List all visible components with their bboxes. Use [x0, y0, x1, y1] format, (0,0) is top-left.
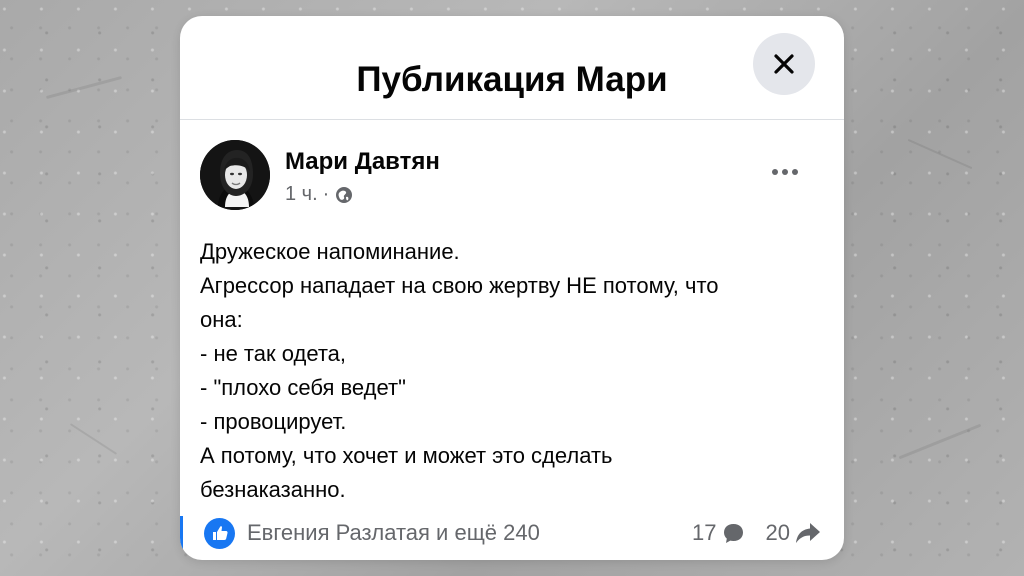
post-text-line: безнаказанно.	[200, 477, 346, 502]
like-reaction-badge	[204, 517, 235, 549]
background-texture	[69, 423, 118, 455]
reactions-text: Евгения Разлатая и ещё 240	[247, 520, 540, 545]
modal-title: Публикация Мари	[356, 60, 668, 99]
post-text: Дружеское напоминание. Агрессор нападает…	[200, 235, 824, 507]
globe-icon[interactable]	[334, 185, 354, 205]
close-icon	[774, 54, 794, 74]
post-header: Мари Давтян 1 ч. ·	[200, 140, 824, 212]
post-text-line: она:	[200, 307, 243, 332]
post-time[interactable]: 1 ч.	[285, 183, 318, 206]
comments-count-button[interactable]: 17	[692, 520, 745, 546]
shares-count: 20	[765, 520, 790, 545]
meta-separator: ·	[322, 183, 330, 205]
post-footer: Евгения Разлатая и ещё 240 17 20	[180, 516, 844, 560]
background-texture	[898, 423, 982, 460]
post-text-line: - не так одета,	[200, 341, 347, 366]
modal-header: Публикация Мари	[180, 16, 844, 120]
author-avatar[interactable]	[200, 140, 270, 210]
background-texture	[45, 75, 123, 100]
post-options-button[interactable]	[764, 157, 806, 187]
post-text-line: Агрессор нападает на свою жертву НЕ пото…	[200, 273, 719, 298]
reactions-summary[interactable]: Евгения Разлатая и ещё 240	[204, 516, 540, 550]
close-button[interactable]	[753, 33, 815, 95]
thumbs-up-icon	[212, 526, 228, 540]
focus-accent-bar	[180, 516, 183, 560]
background-texture	[907, 138, 973, 170]
share-arrow-icon	[796, 523, 820, 543]
shares-count-button[interactable]: 20	[766, 520, 822, 546]
post-modal: Публикация Мари Мари Давтян 1 ч. · Друже…	[180, 16, 844, 560]
comment-bubble-icon	[723, 523, 743, 543]
ellipsis-icon	[772, 169, 798, 175]
comments-count: 17	[692, 520, 717, 545]
post-text-line: - провоцирует.	[200, 409, 347, 434]
author-name[interactable]: Мари Давтян	[285, 148, 440, 177]
avatar-portrait	[200, 140, 270, 210]
post-text-line: А потому, что хочет и может это сделать	[200, 443, 613, 468]
post-meta: 1 ч. ·	[285, 183, 354, 206]
post-text-line: - "плохо себя ведет"	[200, 375, 406, 400]
engagement-stats: 17 20	[672, 516, 822, 550]
post-text-line: Дружеское напоминание.	[200, 239, 460, 264]
